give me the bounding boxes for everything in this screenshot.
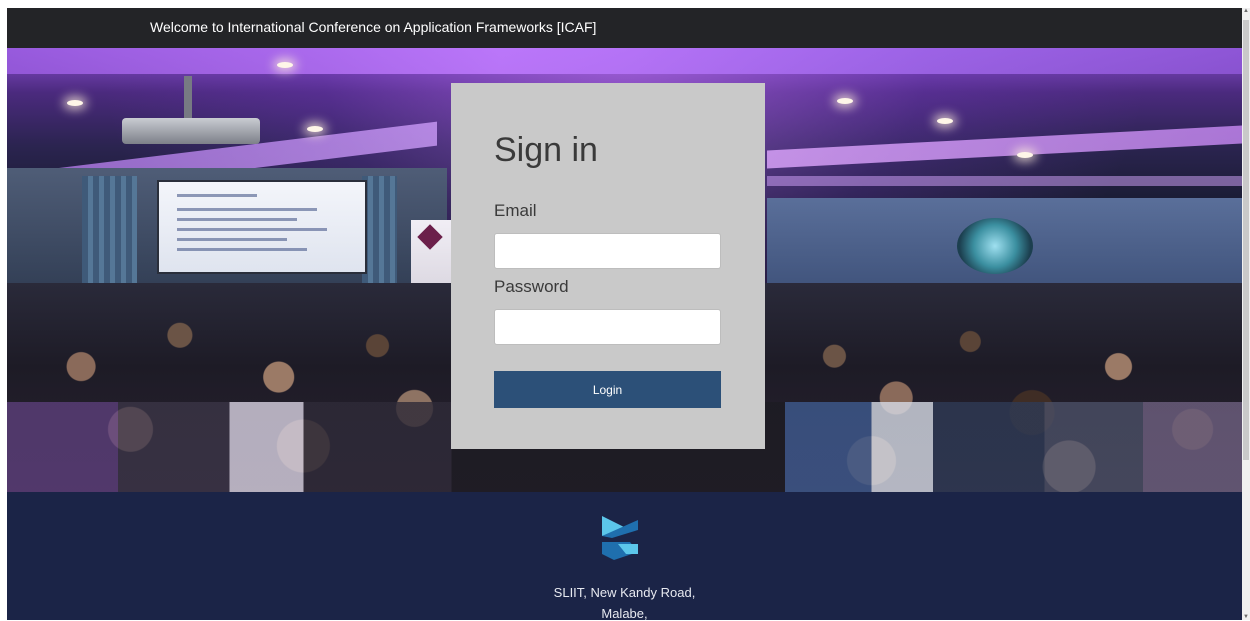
ceiling-light-band <box>7 48 1242 74</box>
top-navbar: Welcome to International Conference on A… <box>7 8 1242 48</box>
login-button[interactable]: Login <box>494 371 721 408</box>
site-welcome-title: Welcome to International Conference on A… <box>150 19 597 35</box>
projector-mount <box>184 76 192 120</box>
page-footer: SLIIT, New Kandy Road, Malabe, <box>7 492 1242 621</box>
password-label: Password <box>494 277 569 296</box>
scroll-down-icon[interactable]: ▼ <box>1242 614 1250 620</box>
ceiling-lamp <box>277 62 293 68</box>
ceiling-light-strip <box>767 125 1242 169</box>
ceiling-lamp <box>307 126 323 132</box>
footer-address-line-2: Malabe, <box>601 606 648 621</box>
scroll-thumb[interactable] <box>1243 20 1249 460</box>
sliit-logo-icon <box>602 516 638 560</box>
footer-address-line-1: SLIIT, New Kandy Road, <box>553 585 696 600</box>
page: Welcome to International Conference on A… <box>0 0 1250 621</box>
round-display <box>957 218 1033 274</box>
password-field[interactable] <box>494 309 721 345</box>
vertical-scrollbar[interactable]: ▲ ▼ <box>1242 8 1250 620</box>
email-field[interactable] <box>494 233 721 269</box>
presentation-screen <box>157 180 367 274</box>
ceiling-light-strip <box>767 176 1242 186</box>
login-card: Sign in Email Password Login <box>451 83 765 449</box>
ceiling-lamp <box>1017 152 1033 158</box>
scroll-up-icon[interactable]: ▲ <box>1242 8 1250 14</box>
sign-in-heading: Sign in <box>494 131 598 169</box>
projector <box>122 118 260 144</box>
ceiling-lamp <box>937 118 953 124</box>
ceiling-lamp <box>837 98 853 104</box>
email-label: Email <box>494 201 537 220</box>
ceiling-lamp <box>67 100 83 106</box>
